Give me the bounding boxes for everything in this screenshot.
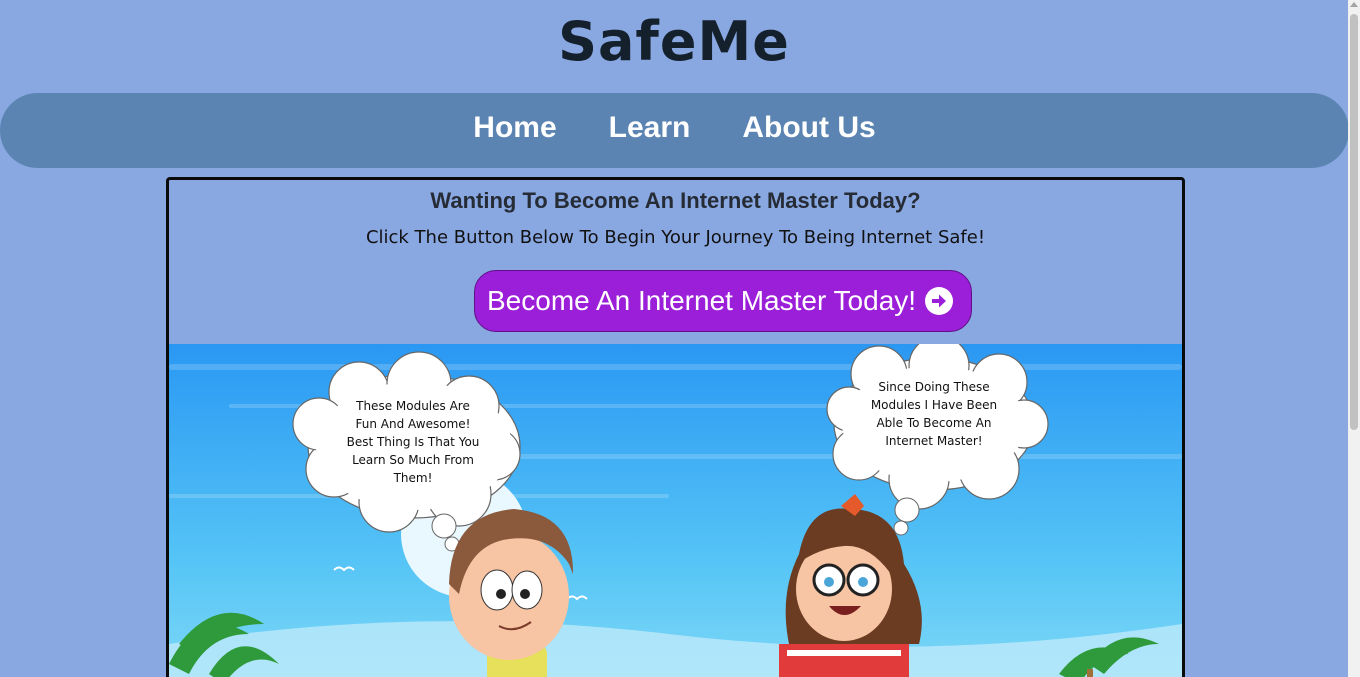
hero-card: Wanting To Become An Internet Master Tod… xyxy=(166,177,1185,677)
hero-title: Wanting To Become An Internet Master Tod… xyxy=(430,188,921,213)
scroll-up-icon[interactable] xyxy=(1350,2,1358,7)
become-master-button[interactable]: Become An Internet Master Today! xyxy=(474,270,972,332)
boy-speech-bubble: These Modules Are Fun And Awesome! Best … xyxy=(346,399,480,485)
illustration-scene: These Modules Are Fun And Awesome! Best … xyxy=(169,335,1182,677)
nav-about-us-link[interactable]: About Us xyxy=(742,111,875,145)
scrollbar-thumb[interactable] xyxy=(1350,14,1358,430)
kids-illustration xyxy=(169,335,1182,677)
page-scrollbar[interactable] xyxy=(1348,0,1360,677)
hero-subtitle: Click The Button Below To Begin Your Jou… xyxy=(365,227,986,248)
site-logo[interactable]: SafeMe xyxy=(0,10,1348,73)
arrow-circle-right-icon xyxy=(925,287,954,315)
girl-speech-bubble: Since Doing These Modules I Have Been Ab… xyxy=(870,380,998,448)
main-navbar: Home Learn About Us xyxy=(0,93,1349,168)
nav-learn-link[interactable]: Learn xyxy=(609,111,691,145)
page: SafeMe Home Learn About Us Wanting To Be… xyxy=(0,0,1360,677)
nav-home-link[interactable]: Home xyxy=(473,111,556,145)
cta-label: Become An Internet Master Today! xyxy=(487,285,917,316)
